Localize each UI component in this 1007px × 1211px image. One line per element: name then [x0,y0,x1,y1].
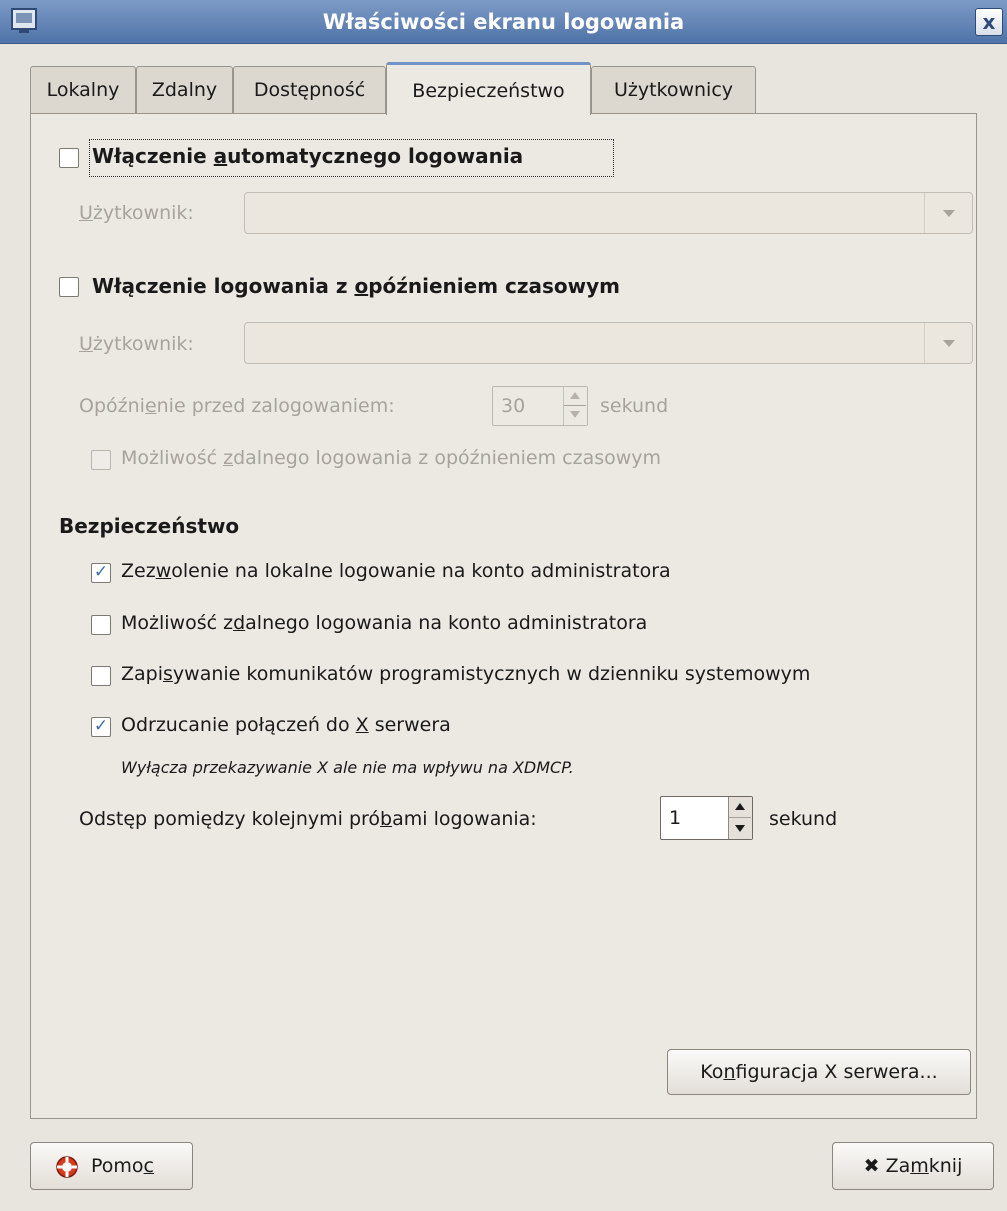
timed-login-user-label: Użytkownik: [79,333,194,355]
autologin-label[interactable]: Włączenie automatycznego logowania [92,144,523,168]
remote-timed-login-checkbox[interactable] [91,450,111,470]
deny-tcp-note: Wyłącza przekazywanie X ale nie ma wpływ… [121,758,574,777]
chevron-down-icon [924,323,972,363]
delay-label: Opóźnienie przed zalogowaniem: [79,395,395,417]
timed-login-user-combo[interactable] [244,322,973,364]
security-heading: Bezpieczeństwo [59,514,240,538]
chevron-down-icon [924,193,972,233]
close-icon: x [982,10,996,34]
timed-login-checkbox[interactable] [59,277,79,297]
spin-up-icon[interactable] [564,387,586,406]
check-icon: ✓ [93,562,109,582]
autologin-user-label: Użytkownik: [79,202,194,224]
spin-down-icon[interactable] [729,818,751,839]
help-button[interactable]: Pomoc [30,1142,193,1190]
tab-lokalny[interactable]: Lokalny [30,66,136,114]
debug-messages-checkbox[interactable] [91,666,111,686]
allow-local-root-checkbox[interactable]: ✓ [91,563,111,583]
close-button[interactable]: ✖ Zamknij [832,1142,994,1190]
tab-dostepnosc[interactable]: Dostępność [233,66,386,114]
delay-unit: sekund [600,395,669,417]
remote-timed-login-label: Możliwość zdalnego logowania z opóźnieni… [121,447,662,469]
window-title: Właściwości ekranu logowania [322,10,685,34]
deny-tcp-checkbox[interactable]: ✓ [91,717,111,737]
tab-bezpieczenstwo[interactable]: Bezpieczeństwo [386,62,591,115]
spin-down-icon[interactable] [564,406,586,425]
debug-messages-label[interactable]: Zapisywanie komunikatów programistycznyc… [121,663,810,685]
check-icon: ✓ [93,716,109,736]
allow-remote-root-checkbox[interactable] [91,615,111,635]
retry-delay-label: Odstęp pomiędzy kolejnymi próbami logowa… [79,808,537,830]
help-icon [56,1156,78,1178]
delay-spinner[interactable]: 30 [492,386,588,426]
spin-up-icon[interactable] [729,797,751,818]
timed-login-label[interactable]: Włączenie logowania z opóźnieniem czasow… [92,274,620,298]
allow-local-root-label[interactable]: Zezwolenie na lokalne logowanie na konto… [121,560,671,582]
configure-x-server-button[interactable]: Konfiguracja X serwera... [667,1049,971,1095]
security-tab-panel: Włączenie automatycznego logowania Użytk… [30,113,977,1119]
retry-delay-spinner[interactable]: 1 [660,796,753,840]
allow-remote-root-label[interactable]: Możliwość zdalnego logowania na konto ad… [121,612,647,634]
tab-zdalny[interactable]: Zdalny [136,66,233,114]
deny-tcp-label[interactable]: Odrzucanie połączeń do X serwera [121,714,451,736]
autologin-checkbox[interactable] [59,148,79,168]
autologin-user-combo[interactable] [244,192,973,234]
close-icon: ✖ [863,1155,880,1177]
title-bar: Właściwości ekranu logowania x [0,0,1007,44]
tab-uzytkownicy[interactable]: Użytkownicy [591,66,756,114]
retry-delay-unit: sekund [769,808,838,830]
window-close-button[interactable]: x [975,8,1003,36]
